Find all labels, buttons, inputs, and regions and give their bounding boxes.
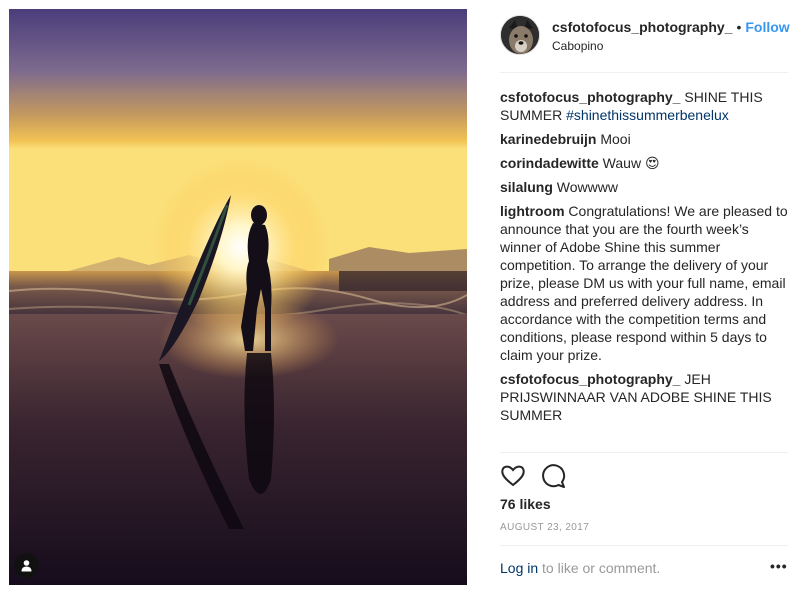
separator-dot: • xyxy=(736,19,742,35)
login-link[interactable]: Log in xyxy=(500,560,538,576)
comment-item: corindadewitte Wauw 😍 xyxy=(500,154,790,172)
footer-divider xyxy=(500,545,788,546)
header-line: csfotofocus_photography_ • Follow xyxy=(552,19,790,35)
user-tag-button[interactable] xyxy=(14,553,39,578)
comment-username[interactable]: csfotofocus_photography_ xyxy=(500,89,680,105)
comment-text: Congratulations! We are pleased to annou… xyxy=(500,203,788,363)
more-options-button[interactable]: ••• xyxy=(770,559,790,576)
comment-username[interactable]: karinedebruijn xyxy=(500,131,596,147)
hashtag-link[interactable]: #shinethissummerbenelux xyxy=(566,107,729,123)
dog-avatar-icon xyxy=(501,16,539,54)
username-link[interactable]: csfotofocus_photography_ xyxy=(552,19,732,35)
comment-bubble-icon xyxy=(542,464,566,488)
location-link[interactable]: Cabopino xyxy=(552,39,603,53)
post-photo[interactable] xyxy=(9,9,467,585)
sunset-surfer-photo xyxy=(9,9,467,585)
comment-item: csfotofocus_photography_ SHINE THIS SUMM… xyxy=(500,88,790,124)
heart-icon xyxy=(501,465,525,487)
comment-item: lightroom Congratulations! We are please… xyxy=(500,202,790,364)
likes-count[interactable]: 76 likes xyxy=(500,496,551,512)
comments-divider xyxy=(500,452,788,453)
comment-username[interactable]: silalung xyxy=(500,179,553,195)
post-date[interactable]: AUGUST 23, 2017 xyxy=(500,522,589,533)
comment-username[interactable]: corindadewitte xyxy=(500,155,599,171)
comment-username[interactable]: lightroom xyxy=(500,203,565,219)
post-header: csfotofocus_photography_ • Follow Cabopino xyxy=(500,15,811,59)
follow-button[interactable]: Follow xyxy=(745,19,789,35)
login-prompt: Log in to like or comment. ••• xyxy=(500,559,790,576)
comment-text: Wowwww xyxy=(552,179,618,195)
avatar[interactable] xyxy=(500,15,540,55)
comment-username[interactable]: csfotofocus_photography_ xyxy=(500,371,680,387)
comment-item: csfotofocus_photography_ JEH PRIJSWINNAA… xyxy=(500,370,790,424)
login-prompt-text: to like or comment. xyxy=(538,560,661,576)
comments-list: csfotofocus_photography_ SHINE THIS SUMM… xyxy=(500,88,790,430)
comment-button[interactable] xyxy=(540,463,566,489)
heart-eyes-emoji: 😍 xyxy=(644,155,660,171)
comment-item: karinedebruijn Mooi xyxy=(500,130,790,148)
comment-text: Mooi xyxy=(596,131,631,147)
comment-text: Wauw xyxy=(598,155,645,171)
like-button[interactable] xyxy=(500,463,526,489)
comment-item: silalung Wowwww xyxy=(500,178,790,196)
header-divider xyxy=(500,72,788,73)
user-tag-icon xyxy=(21,560,32,572)
